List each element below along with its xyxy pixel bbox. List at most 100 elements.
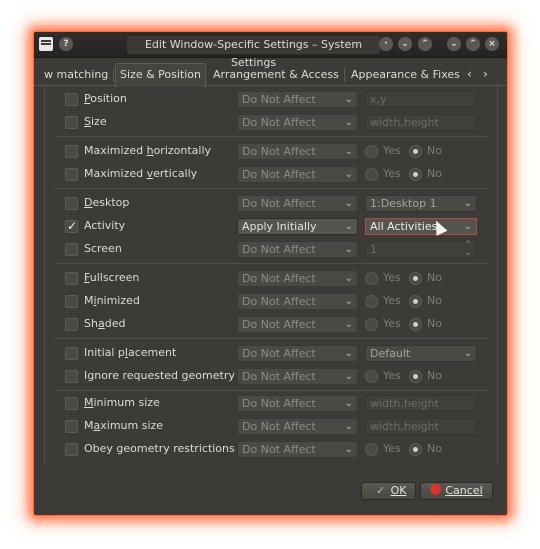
spin-arrows-icon: ⌃ ⌄ [464,240,472,258]
window-menu-icon[interactable] [39,37,53,51]
cancel-button[interactable]: Cancel [420,482,493,500]
no-radio[interactable] [409,370,422,383]
maximum-size-rule-combo[interactable]: Do Not Affect ⌄ [237,418,358,435]
row-initial-placement: Initial placement Do Not Affect ⌄ Default… [45,344,497,364]
keep-above-icon[interactable]: ⌃ [418,37,432,51]
ignore-geometry-rule-combo[interactable]: Do Not Affect ⌄ [237,368,358,385]
no-radio[interactable] [409,443,422,456]
minimum-size-value-field[interactable]: width,height [365,395,477,412]
chevron-down-icon: ⌄ [344,444,353,455]
desktop-rule-combo[interactable]: Do Not Affect ⌄ [237,195,358,212]
yes-radio[interactable] [365,145,378,158]
yes-radio[interactable] [365,272,378,285]
no-radio[interactable] [409,168,422,181]
settings-window: ? Edit Window-Specific Settings – System… [33,31,508,516]
yes-radio[interactable] [365,168,378,181]
activity-label: Activity [84,219,126,232]
obey-geometry-checkbox[interactable] [65,443,78,456]
yes-label: Yes [383,167,401,180]
position-checkbox[interactable] [65,93,78,106]
placement-select[interactable]: Default ⌄ [365,345,477,362]
no-label: No [427,442,442,455]
no-radio[interactable] [409,295,422,308]
maximized-vertically-rule-combo[interactable]: Do Not Affect ⌄ [237,166,358,183]
help-icon[interactable]: ? [59,37,73,51]
position-rule-combo[interactable]: Do Not Affect ⌄ [237,91,358,108]
size-checkbox[interactable] [65,116,78,129]
yes-label: Yes [383,442,401,455]
obey-geometry-rule-combo[interactable]: Do Not Affect ⌄ [237,441,358,458]
desktop-checkbox[interactable] [65,197,78,210]
minimized-label: Minimized [84,294,140,307]
initial-placement-checkbox[interactable] [65,347,78,360]
row-maximized-horizontally: Maximized horizontally Do Not Affect ⌄ Ye… [45,142,497,162]
ok-button[interactable]: ✓ OK [361,482,416,500]
desktop-select[interactable]: 1:Desktop 1 ⌄ [365,195,477,212]
row-size: Size Do Not Affect ⌄ width,height [45,113,497,133]
row-minimized: Minimized Do Not Affect ⌄ Yes No [45,292,497,312]
yes-radio[interactable] [365,295,378,308]
keep-below-icon[interactable]: ⌄ [398,37,412,51]
shaded-checkbox[interactable] [65,318,78,331]
fullscreen-rule-combo[interactable]: Do Not Affect ⌄ [237,270,358,287]
minimum-size-checkbox[interactable] [65,397,78,410]
screen-checkbox[interactable] [65,243,78,256]
no-radio[interactable] [409,272,422,285]
minimum-size-rule-combo[interactable]: Do Not Affect ⌄ [237,395,358,412]
shaded-rule-combo[interactable]: Do Not Affect ⌄ [237,316,358,333]
chevron-right-icon[interactable]: › [483,67,488,81]
maximize-icon[interactable]: ⌃ [466,37,480,51]
close-icon[interactable]: × [485,37,499,51]
activity-rule-combo[interactable]: Apply Initially ⌄ [237,218,358,235]
tab-appearance-fixes[interactable]: Appearance & Fixes [347,64,464,86]
fullscreen-checkbox[interactable] [65,272,78,285]
chevron-down-icon: ⌄ [344,146,353,157]
chevron-left-icon[interactable]: ‹ [467,67,472,81]
row-maximum-size: Maximum size Do Not Affect ⌄ width,height [45,417,497,437]
window-title: Edit Window-Specific Settings – System S… [127,36,380,69]
row-obey-geometry-restrictions: Obey geometry restrictions Do Not Affect… [45,440,497,460]
tab-arrangement-access[interactable]: Arrangement & Access [209,64,343,86]
chevron-down-icon: ⌄ [344,348,353,359]
chevron-down-icon: ⌄ [344,319,353,330]
minimized-checkbox[interactable] [65,295,78,308]
position-value-field[interactable]: x,y [365,91,477,108]
obey-geometry-label: Obey geometry restrictions [84,442,235,455]
maximized-horizontally-checkbox[interactable] [65,145,78,158]
activity-select[interactable]: All Activities ⌄ [365,218,477,235]
chevron-down-icon: ⌄ [344,273,353,284]
divider [55,263,488,264]
maximum-size-checkbox[interactable] [65,420,78,433]
maximized-vertically-label: Maximized vertically [84,167,198,180]
chevron-down-icon: ⌄ [344,198,353,209]
tab-window-matching[interactable]: w matching [40,64,112,86]
screen-spinbox[interactable]: 1 ⌃ ⌄ [365,241,477,258]
size-position-panel: Position Do Not Affect ⌄ x,y Size Do Not … [44,86,498,464]
chevron-down-icon: ⌄ [344,94,353,105]
screen-rule-combo[interactable]: Do Not Affect ⌄ [237,241,358,258]
chevron-down-icon: ⌄ [344,371,353,382]
chevron-down-icon: ⌄ [344,169,353,180]
maximum-size-value-field[interactable]: width,height [365,418,477,435]
minimized-rule-combo[interactable]: Do Not Affect ⌄ [237,293,358,310]
size-rule-combo[interactable]: Do Not Affect ⌄ [237,114,358,131]
activity-checkbox[interactable] [65,219,78,233]
initial-placement-rule-combo[interactable]: Do Not Affect ⌄ [237,345,358,362]
ignore-geometry-checkbox[interactable] [65,370,78,383]
maximized-horizontally-rule-combo[interactable]: Do Not Affect ⌄ [237,143,358,160]
yes-radio[interactable] [365,443,378,456]
minimize-icon[interactable]: ⌄ [447,37,461,51]
maximized-vertically-checkbox[interactable] [65,168,78,181]
yes-radio[interactable] [365,370,378,383]
size-value-field[interactable]: width,height [365,114,477,131]
desktop-label: Desktop [84,196,130,209]
no-radio[interactable] [409,318,422,331]
position-label: Position [84,92,127,105]
yes-radio[interactable] [365,318,378,331]
divider [55,188,488,189]
initial-placement-label: Initial placement [84,346,177,359]
on-all-desktops-icon[interactable]: · [379,37,393,51]
no-label: No [427,369,442,382]
tab-size-position[interactable]: Size & Position [115,63,206,87]
no-radio[interactable] [409,145,422,158]
